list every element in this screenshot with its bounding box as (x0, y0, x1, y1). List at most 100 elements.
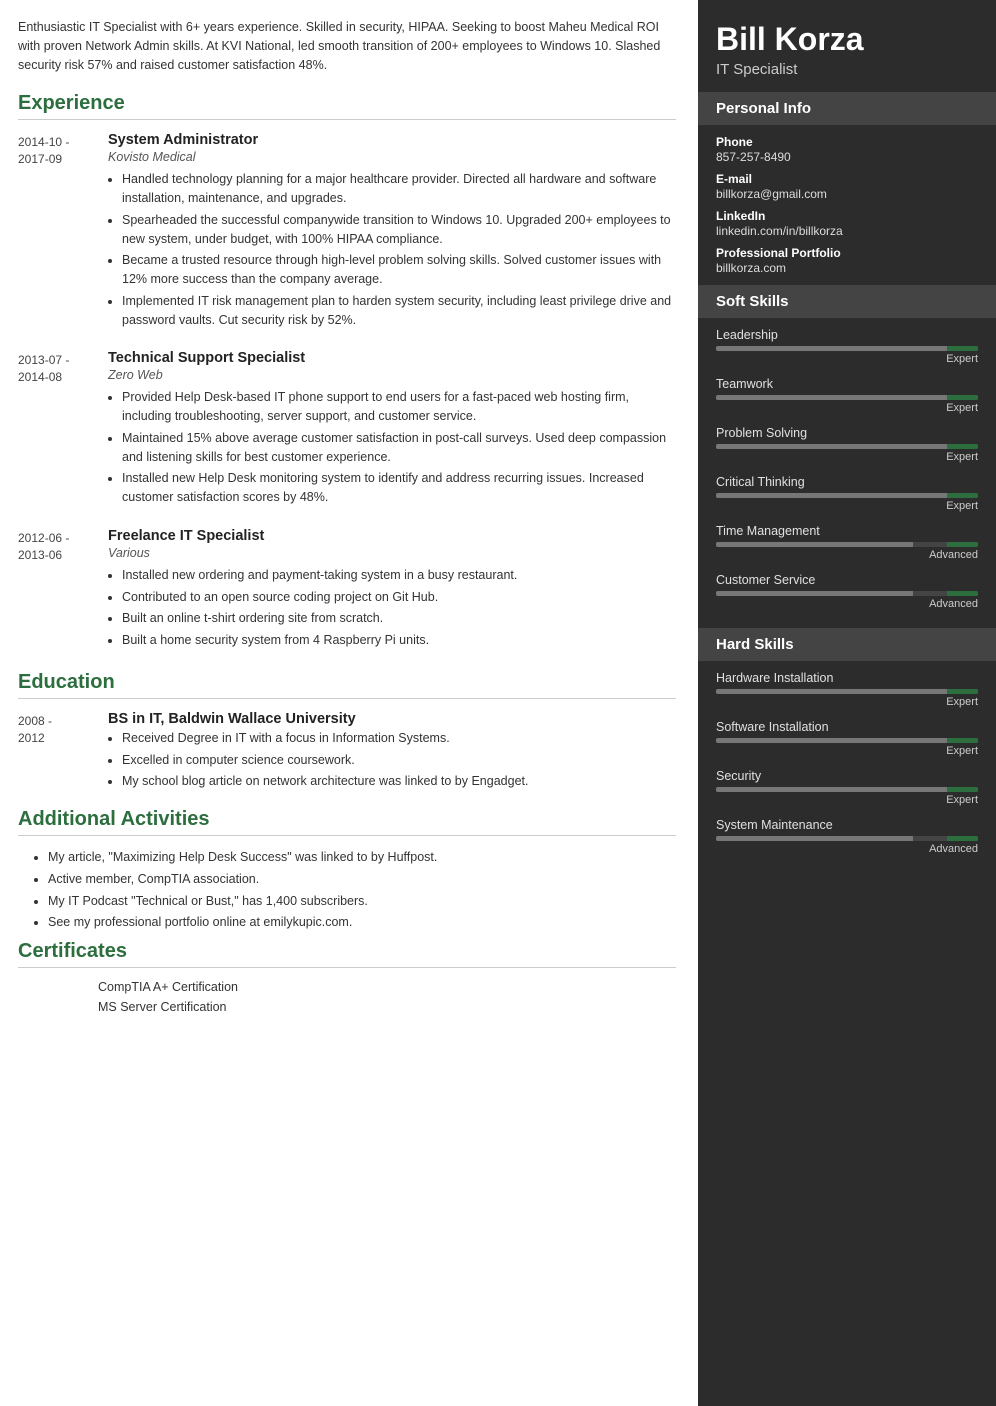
skill-bar (716, 738, 978, 743)
education-section: 2008 - 2012BS in IT, Baldwin Wallace Uni… (18, 711, 676, 794)
skill-bar-accent (947, 542, 978, 547)
job-title: Technical Support Specialist (108, 350, 676, 366)
skill-level: Advanced (716, 549, 978, 561)
skill-item: Hardware Installation Expert (716, 671, 978, 708)
skill-bar-filled (716, 493, 965, 498)
bullet-item: Built a home security system from 4 Rasp… (122, 631, 676, 650)
bullet-item: My school blog article on network archit… (122, 772, 676, 791)
certificates-list: CompTIA A+ Certification MS Server Certif… (18, 980, 676, 1014)
skill-bar (716, 493, 978, 498)
skill-bar-accent (947, 738, 978, 743)
experience-item: 2012-06 - 2013-06Freelance IT Specialist… (18, 528, 676, 653)
skill-level: Expert (716, 500, 978, 512)
bullet-item: Installed new Help Desk monitoring syste… (122, 469, 676, 507)
person-title: IT Specialist (716, 61, 978, 78)
personal-info-title: Personal Info (698, 92, 996, 125)
skill-bar (716, 836, 978, 841)
activity-item: See my professional portfolio online at … (48, 913, 676, 932)
phone-value: 857-257-8490 (716, 150, 978, 164)
skill-bar-filled (716, 346, 965, 351)
experience-date: 2014-10 - 2017-09 (18, 132, 108, 332)
skill-level: Expert (716, 794, 978, 806)
right-column: Bill Korza IT Specialist Personal Info P… (698, 0, 996, 1406)
portfolio-value: billkorza.com (716, 261, 978, 275)
bullet-item: Provided Help Desk-based IT phone suppor… (122, 388, 676, 426)
skill-item: Software InstallationExpert (716, 720, 978, 757)
education-section-title: Education (18, 671, 676, 699)
skill-level: Expert (716, 402, 978, 414)
certificate-item: MS Server Certification (98, 1000, 676, 1014)
skill-bar-accent (947, 493, 978, 498)
skill-name: Critical Thinking (716, 475, 978, 489)
skill-level: Expert (716, 353, 978, 365)
skill-name: Customer Service (716, 573, 978, 587)
skill-bar-accent (947, 444, 978, 449)
edu-bullets: Received Degree in IT with a focus in In… (108, 729, 676, 791)
skill-item: LeadershipExpert (716, 328, 978, 365)
personal-info-block: Phone 857-257-8490 E-mail billkorza@gmai… (698, 135, 996, 285)
skill-bar (716, 346, 978, 351)
activities-list: My article, "Maximizing Help Desk Succes… (18, 848, 676, 932)
skill-bar-filled (716, 395, 965, 400)
linkedin-label: LinkedIn (716, 209, 978, 223)
skill-item: TeamworkExpert (716, 377, 978, 414)
name-block: Bill Korza IT Specialist (698, 0, 996, 92)
bullet-item: Maintained 15% above average customer sa… (122, 429, 676, 467)
skill-bar (716, 689, 978, 694)
skill-item: Critical Thinking Expert (716, 475, 978, 512)
bullet-item: Became a trusted resource through high-l… (122, 251, 676, 289)
skill-level: Expert (716, 696, 978, 708)
certificate-item: CompTIA A+ Certification (98, 980, 676, 994)
experience-date: 2013-07 - 2014-08 (18, 350, 108, 510)
skill-level: Advanced (716, 843, 978, 855)
activities-section-title: Additional Activities (18, 808, 676, 836)
skill-name: Hardware Installation (716, 671, 978, 685)
skill-bar-filled (716, 738, 965, 743)
skill-bar-accent (947, 787, 978, 792)
skill-bar-filled (716, 787, 965, 792)
skill-bar-filled (716, 542, 913, 547)
skill-bar (716, 787, 978, 792)
skill-bar (716, 591, 978, 596)
skill-item: Security Expert (716, 769, 978, 806)
skill-item: Problem SolvingExpert (716, 426, 978, 463)
bullet-item: Implemented IT risk management plan to h… (122, 292, 676, 330)
job-bullets: Installed new ordering and payment-takin… (108, 566, 676, 650)
company-name: Zero Web (108, 368, 676, 382)
skill-name: Time Management (716, 524, 978, 538)
education-date: 2008 - 2012 (18, 711, 108, 794)
job-title: Freelance IT Specialist (108, 528, 676, 544)
bullet-item: Handled technology planning for a major … (122, 170, 676, 208)
skill-bar-accent (947, 591, 978, 596)
summary-text: Enthusiastic IT Specialist with 6+ years… (18, 18, 676, 74)
activity-item: Active member, CompTIA association. (48, 870, 676, 889)
company-name: Kovisto Medical (108, 150, 676, 164)
bullet-item: Excelled in computer science coursework. (122, 751, 676, 770)
edu-title: BS in IT, Baldwin Wallace University (108, 711, 676, 727)
skill-bar-filled (716, 444, 965, 449)
experience-section-title: Experience (18, 92, 676, 120)
skill-name: Software Installation (716, 720, 978, 734)
bullet-item: Received Degree in IT with a focus in In… (122, 729, 676, 748)
portfolio-label: Professional Portfolio (716, 246, 978, 260)
skill-name: System Maintenance (716, 818, 978, 832)
skill-name: Security (716, 769, 978, 783)
skill-item: Time Management Advanced (716, 524, 978, 561)
skill-bar-accent (947, 836, 978, 841)
email-label: E-mail (716, 172, 978, 186)
activity-item: My IT Podcast "Technical or Bust," has 1… (48, 892, 676, 911)
skill-bar-filled (716, 591, 913, 596)
soft-skills-block: LeadershipExpert TeamworkExpert Problem So… (698, 328, 996, 628)
skill-bar (716, 395, 978, 400)
hard-skills-title: Hard Skills (698, 628, 996, 661)
skill-bar-accent (947, 689, 978, 694)
person-name: Bill Korza (716, 22, 978, 57)
email-value: billkorza@gmail.com (716, 187, 978, 201)
soft-skills-title: Soft Skills (698, 285, 996, 318)
left-column: Enthusiastic IT Specialist with 6+ years… (0, 0, 698, 1406)
skill-item: Customer ServiceAdvanced (716, 573, 978, 610)
experience-item: 2014-10 - 2017-09System AdministratorKov… (18, 132, 676, 332)
skill-bar-accent (947, 395, 978, 400)
bullet-item: Spearheaded the successful companywide t… (122, 211, 676, 249)
experience-section: 2014-10 - 2017-09System AdministratorKov… (18, 132, 676, 653)
